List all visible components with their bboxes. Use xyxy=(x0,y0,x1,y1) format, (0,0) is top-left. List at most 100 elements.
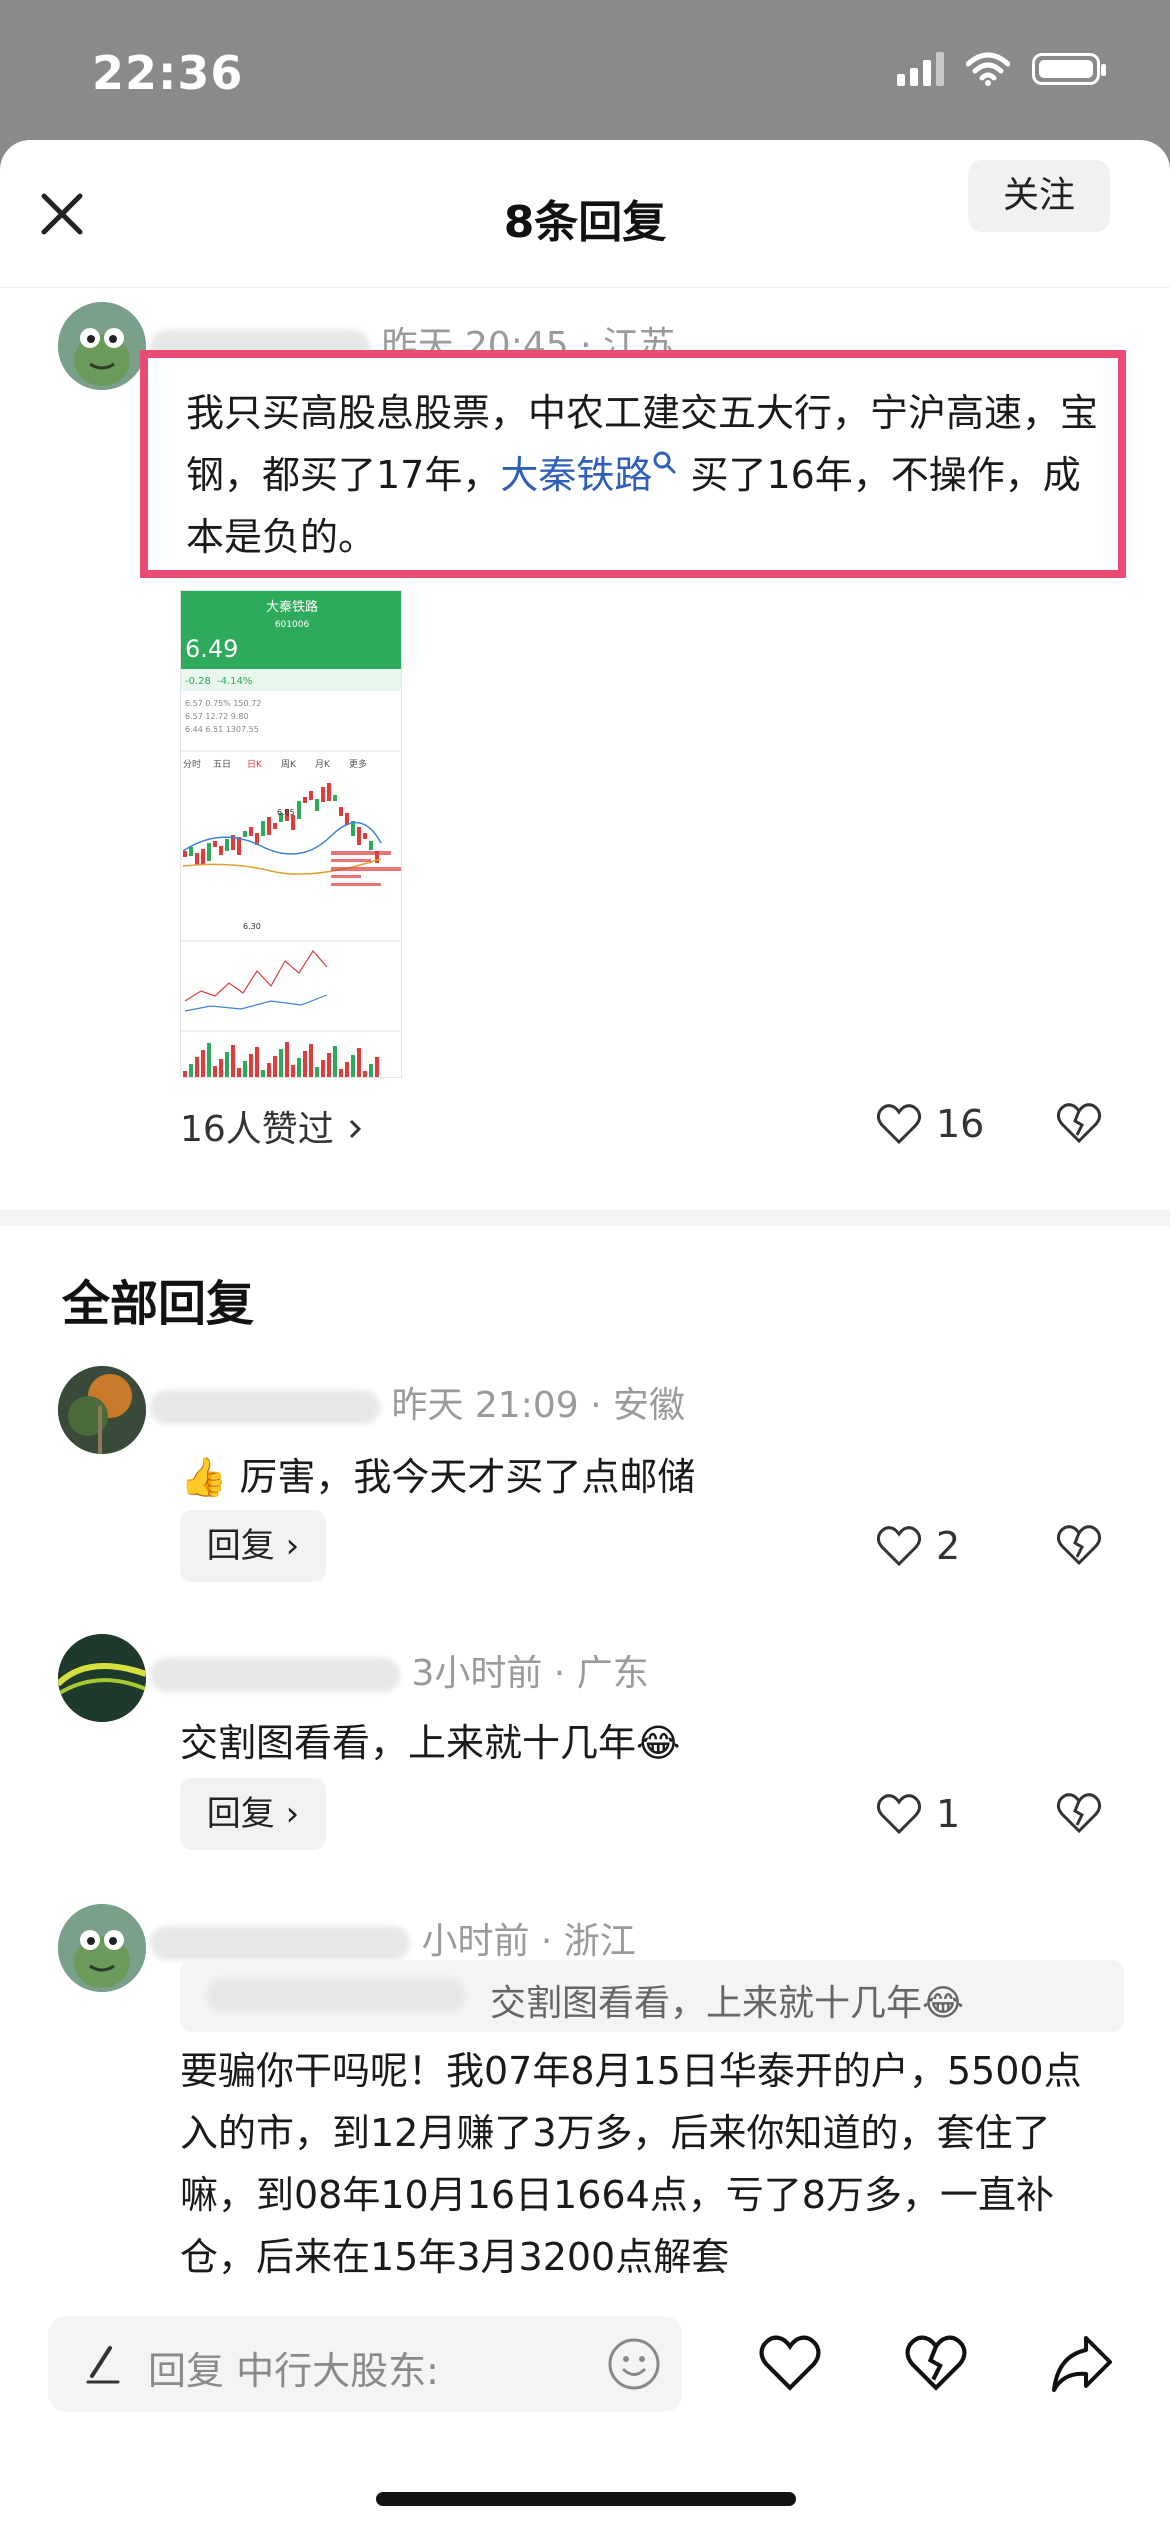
candle xyxy=(201,849,205,864)
volume-bar xyxy=(351,1055,355,1077)
avatar[interactable] xyxy=(58,1366,146,1454)
liked-by-link[interactable]: 16人赞过 xyxy=(180,1100,365,1152)
comment-text: 我只买高股息股票，中农工建交五大行，宁沪高速，宝钢，都买了17年，大秦铁路 买了… xyxy=(186,391,1099,559)
avatar[interactable] xyxy=(58,1904,146,1992)
avatar[interactable] xyxy=(58,1634,146,1722)
chart-tab-5: 更多 xyxy=(349,758,367,770)
candle xyxy=(327,783,331,801)
candle xyxy=(315,799,319,811)
volume-bar xyxy=(339,1069,343,1077)
reply-input[interactable]: 回复 中行大股东: xyxy=(48,2316,682,2412)
stock-link[interactable]: 大秦铁路 xyxy=(500,453,652,497)
search-icon xyxy=(653,451,676,474)
reply-meta: 小时前 · 浙江 xyxy=(150,1912,636,1964)
like-count: 2 xyxy=(936,1524,961,1568)
svg-text:6.57 0.75% 150.72: 6.57 0.75% 150.72 xyxy=(185,699,261,708)
status-icons xyxy=(897,52,1106,86)
reply-button[interactable]: 回复 › xyxy=(180,1510,326,1582)
stock-change-pct: -4.14% xyxy=(217,676,252,687)
frog-avatar-icon xyxy=(58,1904,146,1992)
candle xyxy=(273,823,277,829)
svg-text:6.44 6.51 1307.55: 6.44 6.51 1307.55 xyxy=(185,725,259,734)
like-button[interactable]: 1 xyxy=(876,1792,960,1836)
dislike-post-button[interactable] xyxy=(904,2334,968,2396)
volume-bar xyxy=(261,1070,265,1077)
like-button[interactable]: 16 xyxy=(876,1102,984,1146)
highlight-box: 我只买高股息股票，中农工建交五大行，宁沪高速，宝钢，都买了17年，大秦铁路 买了… xyxy=(140,350,1126,578)
volume-bar xyxy=(279,1049,283,1077)
reply-meta: 3小时前 · 广东 xyxy=(150,1644,649,1696)
volume-bar xyxy=(273,1056,277,1077)
candle xyxy=(339,807,343,816)
dislike-button[interactable] xyxy=(1056,1102,1102,1144)
chart-tab-4: 月K xyxy=(315,759,331,770)
volume-bar xyxy=(303,1051,307,1077)
candle xyxy=(363,833,367,839)
svg-text:6.57 12.72 9.80: 6.57 12.72 9.80 xyxy=(185,712,249,721)
abstract-avatar-icon xyxy=(58,1634,146,1722)
candle xyxy=(237,837,241,855)
quoted-text: 交割图看看，上来就十几年😂 xyxy=(490,1983,965,2024)
chart-tab-2: 日K xyxy=(247,759,263,770)
chart-low-label: 6.30 xyxy=(243,922,261,931)
volume-bar xyxy=(369,1064,373,1077)
volume-bar xyxy=(243,1061,247,1077)
candle xyxy=(207,843,211,861)
share-button[interactable] xyxy=(1050,2332,1114,2398)
volume-bar xyxy=(201,1050,205,1077)
quoted-reply: 交割图看看，上来就十几年😂 xyxy=(180,1960,1124,2032)
volume-bar xyxy=(315,1067,319,1077)
quoted-username-redacted xyxy=(206,1978,466,2012)
reply-button[interactable]: 回复 › xyxy=(180,1778,326,1850)
volume-bar xyxy=(327,1053,331,1077)
volume-bar xyxy=(231,1045,235,1077)
home-indicator xyxy=(376,2492,796,2506)
section-title: 全部回复 xyxy=(62,1276,255,1332)
stock-code: 601006 xyxy=(275,620,310,630)
candle xyxy=(309,791,313,800)
candle xyxy=(225,839,229,851)
like-count: 16 xyxy=(936,1102,985,1146)
stock-screenshot-image[interactable]: 大秦铁路 601006 6.49 -0.28 -4.14% 6.57 0.75%… xyxy=(180,590,402,1078)
candle xyxy=(333,795,337,801)
share-icon xyxy=(1052,2336,1112,2392)
candle xyxy=(369,841,373,850)
chart-tab-3: 周K xyxy=(281,759,297,770)
volume-bar xyxy=(195,1057,199,1077)
dislike-button[interactable] xyxy=(1056,1524,1102,1566)
like-button[interactable]: 2 xyxy=(876,1524,960,1568)
follow-button[interactable]: 关注 xyxy=(968,160,1110,232)
reply-input-placeholder: 回复 中行大股东: xyxy=(148,2349,439,2393)
volume-bar xyxy=(183,1071,187,1077)
stock-name: 大秦铁路 xyxy=(266,599,318,615)
reply-meta: 昨天 21:09 · 安徽 xyxy=(150,1376,685,1428)
username-redacted xyxy=(150,1658,400,1692)
candle xyxy=(243,831,247,837)
frog-avatar-icon xyxy=(58,302,146,390)
broken-heart-icon xyxy=(1056,1103,1102,1144)
candle xyxy=(321,787,325,802)
heart-icon xyxy=(876,1104,922,1145)
username-redacted xyxy=(150,1390,380,1424)
heart-icon xyxy=(759,2335,821,2391)
volume-bar xyxy=(285,1042,289,1077)
chart-tab-1: 五日 xyxy=(213,759,231,770)
volume-bar xyxy=(333,1046,337,1077)
chevron-right-icon xyxy=(350,1119,362,1139)
volume-bar xyxy=(345,1062,349,1077)
candle xyxy=(261,821,265,836)
section-divider xyxy=(0,1210,1170,1226)
candle xyxy=(213,841,217,847)
cellular-signal-icon xyxy=(897,52,944,86)
volume-bar xyxy=(237,1068,241,1077)
emoji-icon[interactable] xyxy=(606,2336,662,2392)
volume-bar xyxy=(309,1044,313,1077)
volume-bar xyxy=(225,1052,229,1077)
avatar[interactable] xyxy=(58,302,146,390)
battery-icon xyxy=(1032,53,1106,85)
status-time: 22:36 xyxy=(92,46,244,100)
like-post-button[interactable] xyxy=(758,2334,822,2396)
dislike-button[interactable] xyxy=(1056,1792,1102,1834)
chart-tab-0: 分时 xyxy=(183,758,201,770)
candle xyxy=(291,815,295,830)
